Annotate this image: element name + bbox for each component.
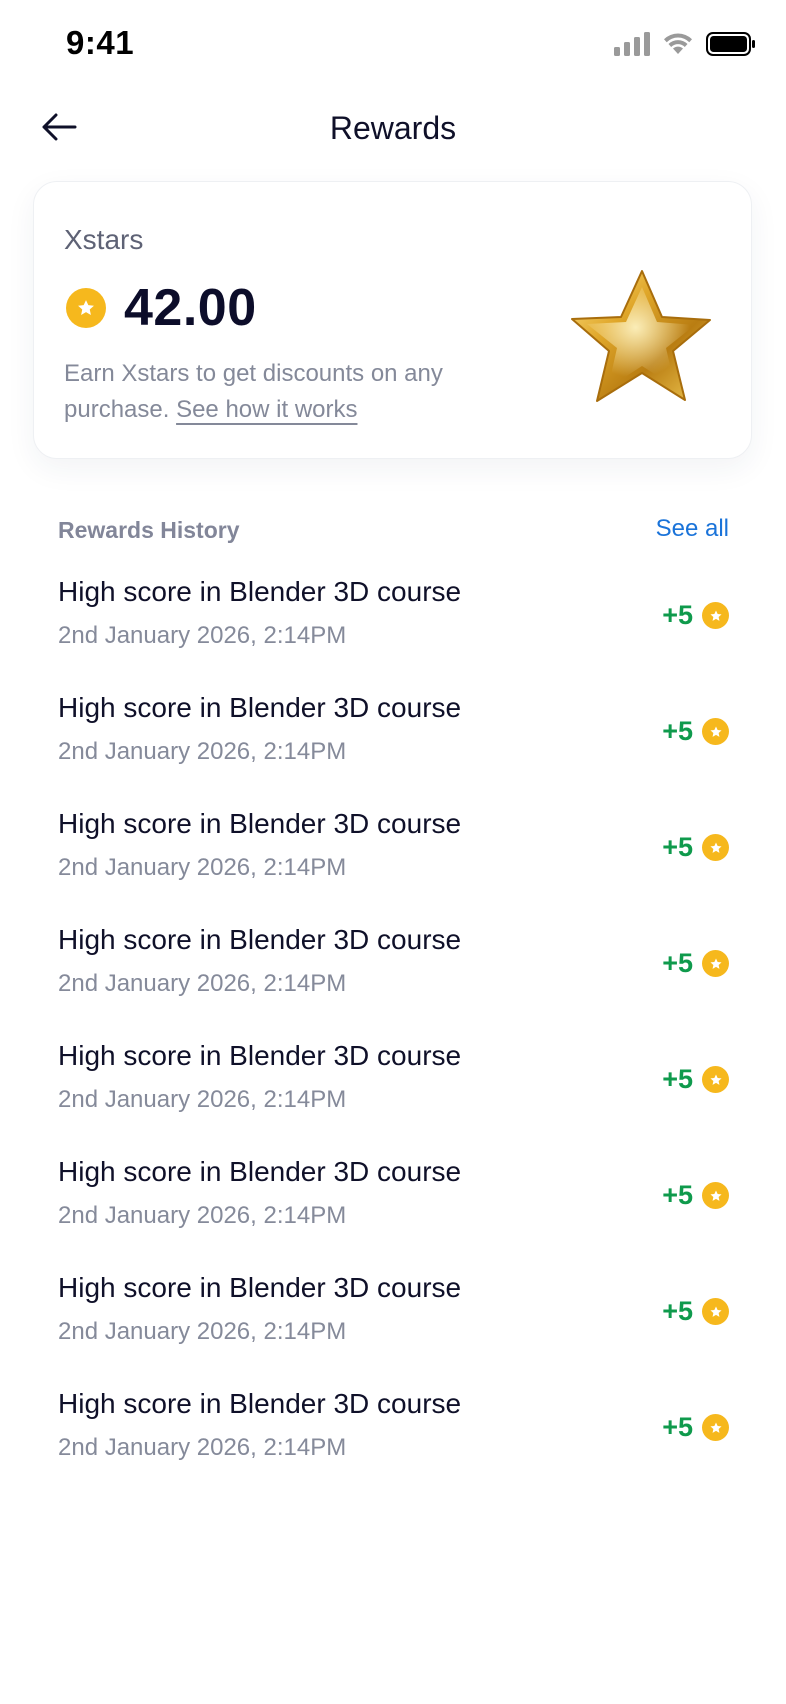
history-item-title: High score in Blender 3D course [58,808,462,839]
rewards-screen: 9:41 Rewards Xstars 42.00 Earn Xstars to… [0,0,786,1704]
history-item-date: 2nd January 2026, 2:14PM [58,1202,347,1229]
history-item-title: High score in Blender 3D course [58,1272,462,1303]
reward-amount: +5 [662,600,693,630]
history-item-date: 2nd January 2026, 2:14PM [58,1318,347,1345]
star-coin-icon [702,1066,729,1093]
gold-star-3d-icon [564,267,724,417]
status-time: 9:41 [66,24,135,61]
balance-amount: 42.00 [124,279,257,337]
history-item-date: 2nd January 2026, 2:14PM [58,1434,347,1461]
history-item-title: High score in Blender 3D course [58,1156,462,1187]
star-coin-icon [702,1298,729,1325]
star-coin-icon [702,1182,729,1209]
history-item-reward: +5 [662,1064,729,1095]
reward-amount: +5 [662,948,693,978]
history-item-title: High score in Blender 3D course [58,692,462,723]
history-item-date: 2nd January 2026, 2:14PM [58,970,347,997]
history-item-reward: +5 [662,1412,729,1443]
history-item-title: High score in Blender 3D course [58,576,462,607]
reward-amount: +5 [662,1180,693,1210]
reward-amount: +5 [662,832,693,862]
star-coin-icon [702,834,729,861]
history-item[interactable]: High score in Blender 3D course 2nd Janu… [0,792,786,908]
nav-bar: Rewards [0,94,786,164]
star-coin-icon [702,718,729,745]
xstars-balance-card: Xstars 42.00 Earn Xstars to get discount… [33,181,752,459]
balance-label: Xstars [64,224,144,255]
see-how-it-works-link[interactable]: See how it works [176,396,357,423]
star-coin-icon [66,288,106,328]
history-item-reward: +5 [662,716,729,747]
history-item-title: High score in Blender 3D course [58,1388,462,1419]
balance-description: Earn Xstars to get discounts on any purc… [64,356,504,428]
history-item-title: High score in Blender 3D course [58,924,462,955]
history-item[interactable]: High score in Blender 3D course 2nd Janu… [0,1372,786,1488]
see-all-link[interactable]: See all [656,515,729,543]
star-coin-icon [702,950,729,977]
balance-row: 42.00 [66,278,257,338]
rewards-history-list: High score in Blender 3D course 2nd Janu… [0,560,786,1488]
reward-amount: +5 [662,1412,693,1442]
history-item-date: 2nd January 2026, 2:14PM [58,622,347,649]
history-item[interactable]: High score in Blender 3D course 2nd Janu… [0,676,786,792]
cellular-signal-icon [614,31,650,61]
history-item[interactable]: High score in Blender 3D course 2nd Janu… [0,1024,786,1140]
history-item-date: 2nd January 2026, 2:14PM [58,854,347,881]
rewards-history-heading: Rewards History [58,517,240,543]
status-icons [614,31,756,61]
wifi-icon [662,32,694,61]
history-item-reward: +5 [662,1296,729,1327]
history-item-date: 2nd January 2026, 2:14PM [58,1086,347,1113]
history-item[interactable]: High score in Blender 3D course 2nd Janu… [0,1256,786,1372]
history-item-reward: +5 [662,948,729,979]
reward-amount: +5 [662,1296,693,1326]
history-item-reward: +5 [662,832,729,863]
status-bar: 9:41 [0,0,786,94]
star-coin-icon [702,1414,729,1441]
star-coin-icon [702,602,729,629]
history-item-reward: +5 [662,1180,729,1211]
history-item-title: High score in Blender 3D course [58,1040,462,1071]
history-item[interactable]: High score in Blender 3D course 2nd Janu… [0,1140,786,1256]
reward-amount: +5 [662,1064,693,1094]
history-item[interactable]: High score in Blender 3D course 2nd Janu… [0,908,786,1024]
history-item-reward: +5 [662,600,729,631]
battery-icon [706,31,756,61]
reward-amount: +5 [662,716,693,746]
history-item[interactable]: High score in Blender 3D course 2nd Janu… [0,560,786,676]
history-item-date: 2nd January 2026, 2:14PM [58,738,347,765]
page-title: Rewards [329,110,457,146]
